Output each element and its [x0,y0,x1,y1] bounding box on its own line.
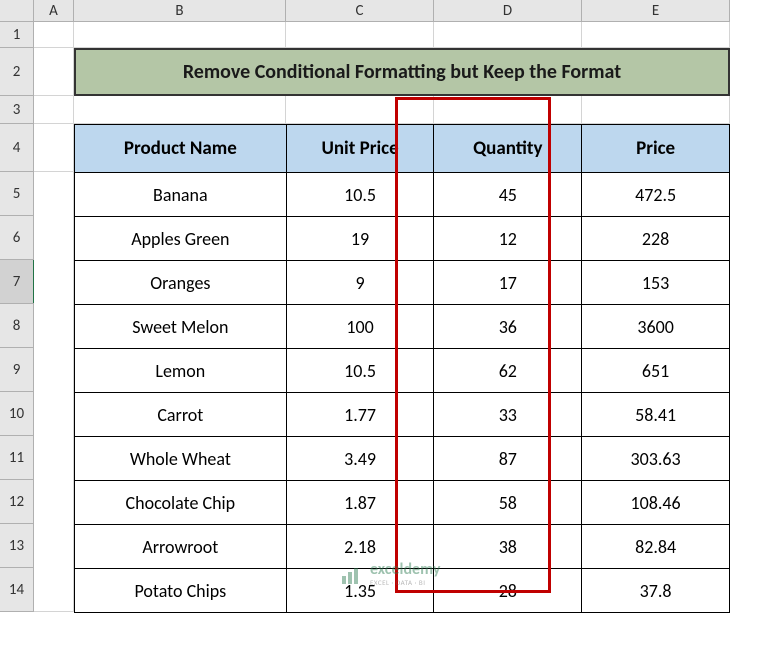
table-header-row: Product Name Unit Price Quantity Price [75,125,730,173]
cell-quantity[interactable]: 17 [434,261,582,305]
cell-A-range[interactable] [34,172,74,612]
cell-quantity[interactable]: 36 [434,305,582,349]
cell-product[interactable]: Chocolate Chip [75,481,287,525]
cell-A3[interactable] [34,96,74,124]
cell-unit-price[interactable]: 2.18 [286,525,434,569]
cell-price[interactable]: 108.46 [582,481,730,525]
row-header-1[interactable]: 1 [0,22,34,48]
cell-quantity[interactable]: 87 [434,437,582,481]
title-cell[interactable]: Remove Conditional Formatting but Keep t… [74,48,730,96]
cell-unit-price[interactable]: 1.77 [286,393,434,437]
cell-price[interactable]: 3600 [582,305,730,349]
cell-product[interactable]: Carrot [75,393,287,437]
select-all-corner[interactable] [0,0,34,22]
table-row: Carrot 1.77 33 58.41 [75,393,730,437]
cell-quantity[interactable]: 62 [434,349,582,393]
cell-quantity[interactable]: 58 [434,481,582,525]
row-header-2[interactable]: 2 [0,48,34,96]
row-header-5[interactable]: 5 [0,172,34,216]
col-header-E[interactable]: E [582,0,730,22]
data-table: Product Name Unit Price Quantity Price B… [74,124,730,613]
row-header-14[interactable]: 14 [0,568,34,612]
cell-grid: Remove Conditional Formatting but Keep t… [34,22,730,124]
row-header-13[interactable]: 13 [0,524,34,568]
cell-E1[interactable] [582,22,730,48]
header-price[interactable]: Price [582,125,730,173]
cell-E3[interactable] [582,96,730,124]
cell-unit-price[interactable]: 3.49 [286,437,434,481]
table-row: Banana 10.5 45 472.5 [75,173,730,217]
cell-D3[interactable] [434,96,582,124]
table-row: Potato Chips 1.35 28 37.8 [75,569,730,613]
cell-price[interactable]: 472.5 [582,173,730,217]
cell-quantity[interactable]: 12 [434,217,582,261]
row-header-9[interactable]: 9 [0,348,34,392]
cell-quantity[interactable]: 33 [434,393,582,437]
row-header-3[interactable]: 3 [0,96,34,124]
row-header-10[interactable]: 10 [0,392,34,436]
cell-A4[interactable] [34,124,74,172]
cell-quantity[interactable]: 45 [434,173,582,217]
header-product[interactable]: Product Name [75,125,287,173]
table-row: Chocolate Chip 1.87 58 108.46 [75,481,730,525]
col-header-D[interactable]: D [434,0,582,22]
row-header-8[interactable]: 8 [0,304,34,348]
header-unit-price[interactable]: Unit Price [286,125,434,173]
cell-quantity[interactable]: 38 [434,525,582,569]
cell-product[interactable]: Apples Green [75,217,287,261]
cell-product[interactable]: Potato Chips [75,569,287,613]
table-row: Apples Green 19 12 228 [75,217,730,261]
cell-unit-price[interactable]: 19 [286,217,434,261]
cell-quantity[interactable]: 28 [434,569,582,613]
cell-product[interactable]: Sweet Melon [75,305,287,349]
row-header-4[interactable]: 4 [0,124,34,172]
column-headers: A B C D E [0,0,730,22]
cell-D1[interactable] [434,22,582,48]
row-header-12[interactable]: 12 [0,480,34,524]
cell-product[interactable]: Whole Wheat [75,437,287,481]
cell-unit-price[interactable]: 10.5 [286,349,434,393]
header-quantity[interactable]: Quantity [434,125,582,173]
cell-product[interactable]: Oranges [75,261,287,305]
cell-A1[interactable] [34,22,74,48]
row-header-11[interactable]: 11 [0,436,34,480]
cell-price[interactable]: 651 [582,349,730,393]
cell-price[interactable]: 303.63 [582,437,730,481]
cell-price[interactable]: 58.41 [582,393,730,437]
col-header-C[interactable]: C [286,0,434,22]
cell-B1[interactable] [74,22,286,48]
cell-unit-price[interactable]: 100 [286,305,434,349]
row-header-7[interactable]: 7 [0,260,34,304]
cell-unit-price[interactable]: 1.87 [286,481,434,525]
row-header-6[interactable]: 6 [0,216,34,260]
cell-product[interactable]: Lemon [75,349,287,393]
col-header-A[interactable]: A [34,0,74,22]
col-header-B[interactable]: B [74,0,286,22]
cell-price[interactable]: 37.8 [582,569,730,613]
cell-unit-price[interactable]: 9 [286,261,434,305]
cell-C1[interactable] [286,22,434,48]
cell-unit-price[interactable]: 1.35 [286,569,434,613]
table-row: Lemon 10.5 62 651 [75,349,730,393]
cell-price[interactable]: 82.84 [582,525,730,569]
cell-A2[interactable] [34,48,74,96]
cell-price[interactable]: 228 [582,217,730,261]
cell-product[interactable]: Arrowroot [75,525,287,569]
cell-C3[interactable] [286,96,434,124]
row-headers: 1 2 3 4 5 6 7 8 9 10 11 12 13 14 [0,22,34,612]
table-row: Oranges 9 17 153 [75,261,730,305]
cell-unit-price[interactable]: 10.5 [286,173,434,217]
cell-price[interactable]: 153 [582,261,730,305]
table-row: Arrowroot 2.18 38 82.84 [75,525,730,569]
table-row: Whole Wheat 3.49 87 303.63 [75,437,730,481]
cell-product[interactable]: Banana [75,173,287,217]
table-row: Sweet Melon 100 36 3600 [75,305,730,349]
cell-B3[interactable] [74,96,286,124]
